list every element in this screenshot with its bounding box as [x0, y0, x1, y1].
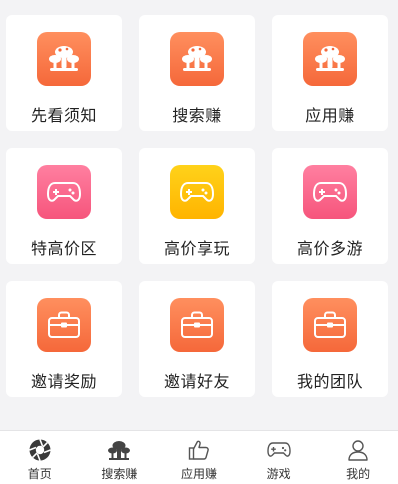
aperture-icon: [28, 439, 52, 461]
mushroom-icon: [107, 439, 131, 461]
tab-home[interactable]: 首页: [0, 431, 80, 484]
grid-item-premium-zone[interactable]: 特高价区: [6, 148, 122, 264]
tab-search-earn[interactable]: 搜索赚: [80, 431, 160, 484]
gamepad-icon: [303, 165, 357, 219]
briefcase-icon: [37, 298, 91, 352]
tab-label: 应用赚: [180, 467, 217, 481]
mushroom-icon: [170, 32, 224, 86]
tab-games[interactable]: 游戏: [239, 431, 319, 484]
grid-item-label: 应用赚: [305, 106, 355, 125]
mushroom-icon: [37, 32, 91, 86]
grid-item-search-earn[interactable]: 搜索赚: [139, 15, 255, 131]
gamepad-icon: [37, 165, 91, 219]
tab-label: 搜索赚: [101, 467, 138, 481]
grid-item-my-team[interactable]: 我的团队: [272, 281, 388, 397]
feature-grid: 先看须知 搜索赚 应用赚 特高价区 高价享玩 高价多游 邀请奖励 邀请好友 我的…: [0, 0, 398, 430]
grid-item-invite-rewards[interactable]: 邀请奖励: [6, 281, 122, 397]
grid-item-label: 邀请奖励: [30, 372, 97, 391]
grid-item-app-earn[interactable]: 应用赚: [272, 15, 388, 131]
grid-item-label: 特高价区: [30, 239, 97, 258]
grid-item-label: 我的团队: [296, 372, 363, 391]
tab-label: 游戏: [266, 467, 291, 481]
person-icon: [346, 439, 370, 461]
bottom-tab-bar: 首页 搜索赚 应用赚 游戏 我的: [0, 430, 398, 484]
thumbs-up-icon: [187, 439, 211, 461]
grid-item-label: 高价多游: [296, 239, 363, 258]
grid-item-invite-friends[interactable]: 邀请好友: [139, 281, 255, 397]
grid-item-label: 先看须知: [30, 106, 97, 125]
gamepad-icon: [266, 439, 291, 461]
grid-item-notice[interactable]: 先看须知: [6, 15, 122, 131]
grid-item-high-price-games[interactable]: 高价多游: [272, 148, 388, 264]
mushroom-icon: [303, 32, 357, 86]
tab-app-earn[interactable]: 应用赚: [159, 431, 239, 484]
tab-label: 首页: [27, 467, 52, 481]
briefcase-icon: [303, 298, 357, 352]
briefcase-icon: [170, 298, 224, 352]
grid-item-label: 高价享玩: [163, 239, 230, 258]
tab-label: 我的: [346, 467, 371, 481]
tab-mine[interactable]: 我的: [318, 431, 398, 484]
grid-item-label: 邀请好友: [163, 372, 230, 391]
grid-item-high-price-play[interactable]: 高价享玩: [139, 148, 255, 264]
grid-item-label: 搜索赚: [172, 106, 222, 125]
gamepad-icon: [170, 165, 224, 219]
